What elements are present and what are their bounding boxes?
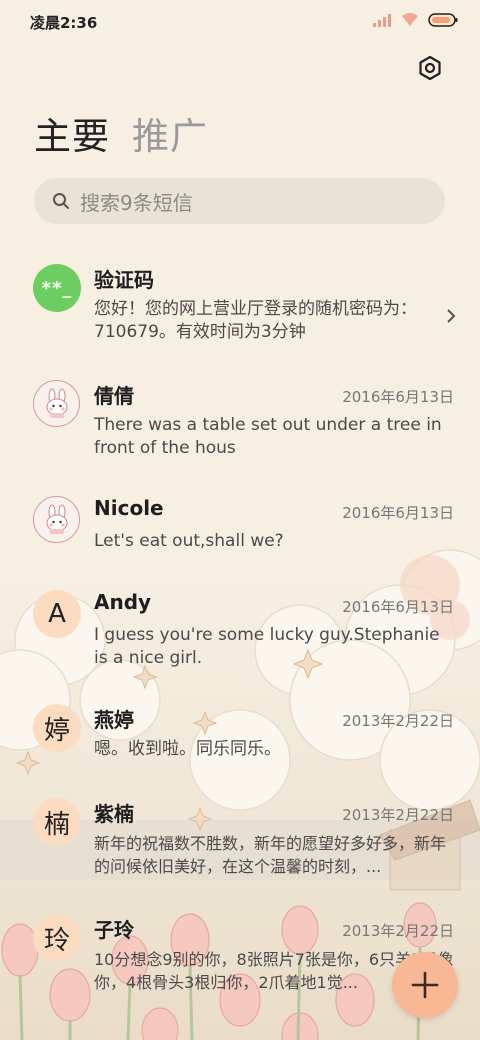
message-snippet: There was a table set out under a tree i… [94, 415, 442, 458]
avatar [33, 496, 80, 543]
signal-icon [373, 13, 391, 27]
message-date: 2013年2月22日 [342, 922, 454, 940]
gear-icon [419, 55, 441, 81]
tab-promotions[interactable]: 推广 [132, 106, 208, 160]
wifi-icon [402, 13, 418, 26]
sender-name: 验证码 [94, 268, 154, 292]
message-snippet: 新年的祝福数不胜数，新年的愿望好多好多，新年的问候依旧美好，在这个温馨的时刻，.… [94, 834, 447, 876]
message-snippet: 嗯。收到啦。同乐同乐。 [94, 739, 281, 759]
message-snippet: I guess you're some lucky guy.Stephanie … [94, 625, 440, 668]
search-icon [53, 193, 69, 209]
sender-name: 子玲 [94, 918, 134, 942]
avatar: 楠 [33, 798, 81, 846]
tab-bar: 主要 推广 [34, 106, 208, 160]
battery-icon [428, 12, 458, 27]
sender-name: Andy [94, 590, 152, 614]
bunny-avatar-icon [46, 388, 67, 418]
status-time: 凌晨2:36 [30, 14, 98, 32]
message-date: 2016年6月13日 [342, 388, 454, 406]
message-snippet: 您好！您的网上营业厅登录的随机密码为：710679。有效时间为3分钟 [94, 299, 417, 342]
chevron-right-icon[interactable] [446, 308, 456, 324]
tab-primary[interactable]: 主要 [34, 106, 110, 160]
compose-button[interactable] [392, 952, 458, 1018]
sender-name: Nicole [94, 496, 164, 520]
avatar: 玲 [33, 914, 81, 962]
message-snippet: Let's eat out,shall we? [94, 531, 284, 551]
sender-name: 燕婷 [94, 708, 134, 732]
message-date: 2013年2月22日 [342, 712, 454, 730]
plus-icon [411, 971, 439, 999]
avatar [33, 380, 80, 427]
bunny-avatar-icon [46, 504, 67, 534]
avatar: A [33, 590, 81, 638]
sender-name: 倩倩 [94, 384, 134, 408]
sender-name: 紫楠 [94, 802, 134, 826]
message-date: 2016年6月13日 [342, 504, 454, 522]
settings-button[interactable] [416, 54, 444, 82]
avatar: **_ [33, 264, 81, 312]
search-bar[interactable]: 搜索9条短信 [34, 178, 445, 224]
avatar: 婷 [33, 704, 81, 752]
status-bar: 凌晨2:36 [0, 0, 480, 42]
message-date: 2016年6月13日 [342, 598, 454, 616]
search-placeholder: 搜索9条短信 [80, 190, 193, 215]
message-date: 2013年2月22日 [342, 806, 454, 824]
